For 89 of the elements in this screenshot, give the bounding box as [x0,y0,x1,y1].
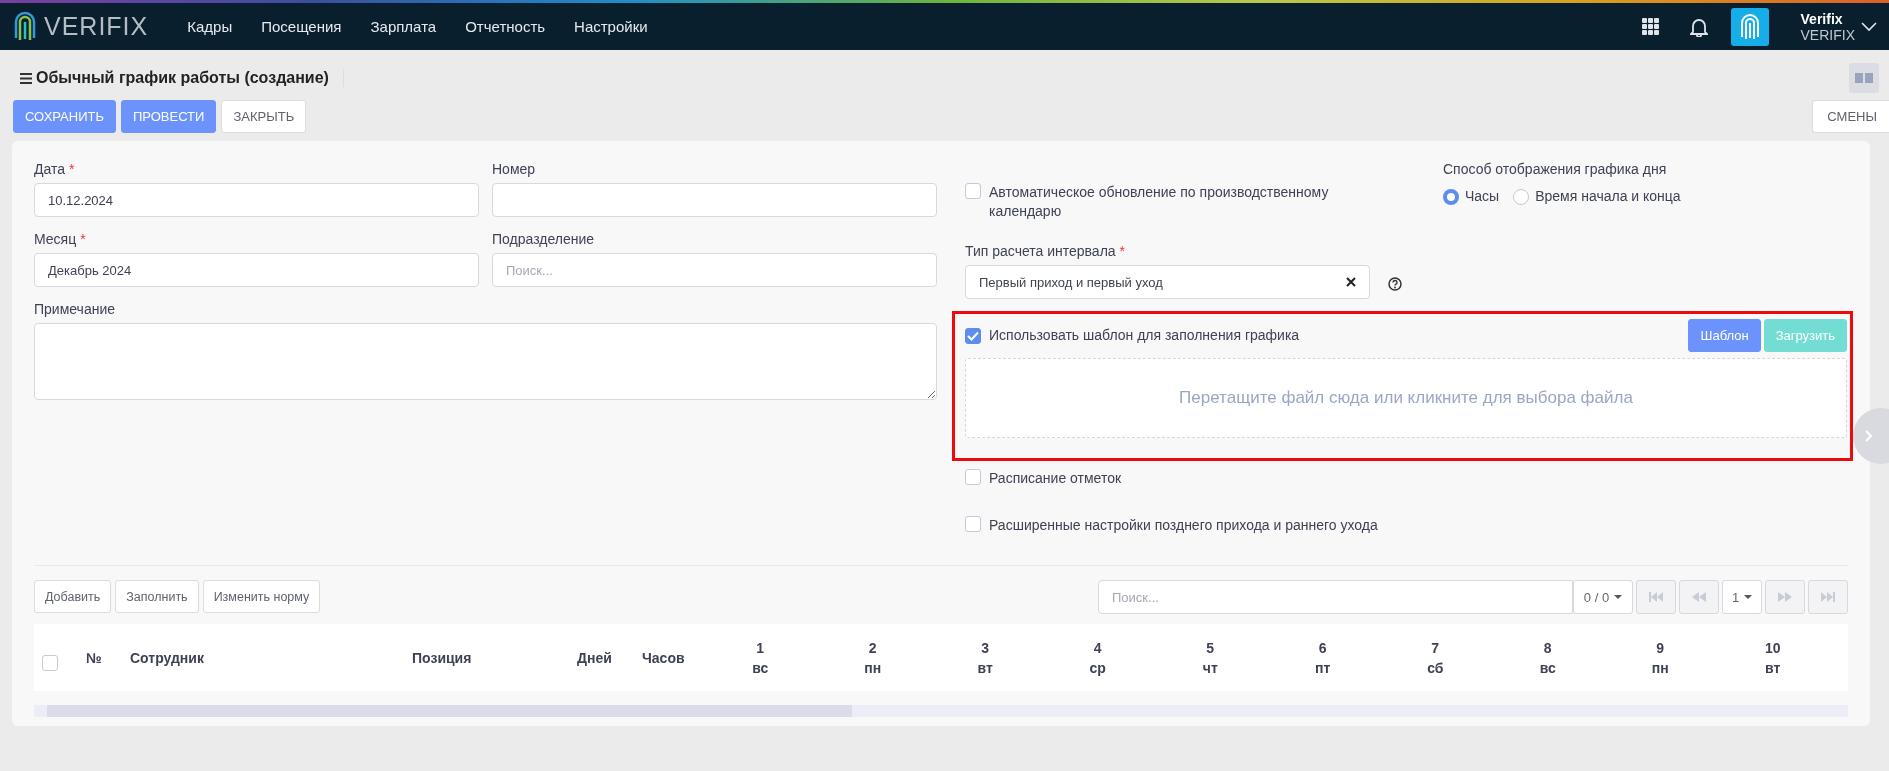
weekday: вт [977,658,993,678]
first-page-button[interactable] [1636,580,1676,614]
last-page-button[interactable] [1808,580,1848,614]
checkbox-label: Расписание отметок [989,469,1122,488]
apps-grid-icon[interactable] [1641,17,1660,36]
interval-type-select[interactable]: Первый приход и первый уход [965,265,1370,299]
brand-name: VERIFIX [44,12,149,41]
day-number: 9 [1656,638,1665,658]
input-field[interactable]: Декабрь 2024 [34,253,479,287]
chevron-down-icon[interactable] [1861,21,1877,32]
rewind-icon [1692,592,1706,602]
column-header: Часов [642,648,686,668]
table-button[interactable]: Изменить норму [202,580,321,613]
nav-link[interactable]: Кадры [174,18,246,35]
nav-link[interactable]: Настройки [561,18,661,35]
previous-page-button[interactable] [1679,580,1719,614]
weekday: вс [1539,658,1556,678]
checkbox-label: Расширенные настройки позднего прихода и раннего ухода [989,516,1378,535]
weekday: ср [1089,658,1106,678]
day-number: 8 [1543,638,1552,658]
language-button[interactable] [1849,63,1879,93]
day-number: 7 [1431,638,1440,658]
column-header: Дней [577,648,613,668]
radio-label: Часы [1465,187,1500,206]
translate-icon [1855,73,1873,83]
field-label: Дата [34,161,65,177]
search-field[interactable]: Поиск... [1098,580,1573,614]
day-number: 4 [1093,638,1102,658]
clear-icon[interactable] [1346,277,1356,287]
day-number: 6 [1318,638,1327,658]
nav-link[interactable]: Посещения [248,18,355,35]
table-button[interactable]: Добавить [34,580,112,613]
next-page-button[interactable] [1765,580,1805,614]
checkbox[interactable] [965,469,981,485]
checkbox[interactable] [965,327,981,344]
weekday: чт [1202,658,1218,678]
weekday: пт [1315,658,1331,678]
nav-link[interactable]: Отчетность [452,18,559,35]
required-mark: * [80,231,86,247]
horizontal-scrollbar[interactable] [34,705,1848,717]
day-number: 1 [756,638,765,658]
checkbox[interactable] [965,516,981,532]
column-header: Позиция [412,648,473,668]
field-label: Тип расчета интервала [965,243,1116,259]
radio-button[interactable] [1443,188,1459,205]
action-button[interactable]: ЗАКРЫТЬ [221,100,307,133]
column-header: № [86,648,103,668]
day-number: 10 [1764,638,1781,658]
avatar[interactable] [1730,7,1769,46]
field-label: Способ отображения графика дня [1443,161,1668,177]
input-field[interactable] [492,183,937,217]
required-mark: * [69,161,75,177]
column-header: Сотрудник [130,648,205,668]
required-mark: * [1119,243,1126,259]
nav-link[interactable]: Зарплата [357,18,450,35]
note-field[interactable] [34,323,937,400]
weekday: вт [1765,658,1781,678]
help-icon[interactable] [1388,277,1402,291]
fast-forward-icon [1778,592,1792,602]
checkbox-label: Использовать шаблон для заполнения графика [989,326,1300,345]
weekday: пн [1651,658,1669,678]
radio-label: Время начала и конца [1535,187,1681,206]
first-page-icon [1649,592,1663,602]
field-label: Месяц [34,231,77,247]
checkbox[interactable] [965,183,981,199]
day-number: 2 [868,638,877,658]
weekday: пн [864,658,882,678]
page-size-dropdown[interactable]: 0 / 0 [1573,580,1633,614]
select-all-checkbox[interactable] [42,654,58,671]
day-number: 3 [981,638,990,658]
field-label: Номер [492,161,536,177]
radio-button[interactable] [1513,188,1530,205]
page-dropdown[interactable]: 1 [1722,580,1762,614]
input-field[interactable]: 10.12.2024 [34,183,479,217]
field-label: Подразделение [492,231,595,247]
company-name: VERIFIX [1800,26,1855,43]
bell-icon[interactable] [1689,16,1708,37]
page-title: Обычный график работы (создание) [36,69,329,87]
weekday: сб [1427,658,1444,678]
field-label: Примечание [34,301,117,317]
input-field[interactable]: Поиск... [492,253,937,287]
user-name: Verifix [1800,10,1844,27]
shifts-button[interactable]: СМЕНЫ [1812,100,1889,133]
weekday: вс [752,658,769,678]
menu-icon[interactable] [20,72,32,84]
table-button[interactable]: Заполнить [115,580,199,613]
day-number: 5 [1206,638,1215,658]
checkbox-label: Автоматическое обновление по производственному календарю [989,183,1330,221]
last-page-icon [1821,592,1835,602]
